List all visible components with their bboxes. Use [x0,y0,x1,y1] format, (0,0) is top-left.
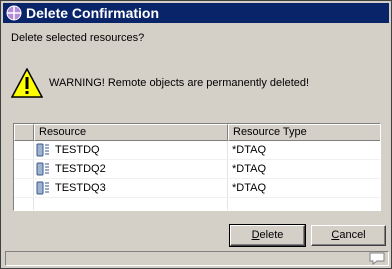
table-row-empty [14,198,380,210]
resource-type: *DTAQ [232,163,267,175]
empty-cell [34,198,228,210]
delete-button[interactable]: Delete [229,224,306,247]
warning-triangle-icon [11,68,43,98]
delete-confirmation-dialog: Delete Confirmation Delete selected reso… [0,0,392,269]
resource-type: *DTAQ [232,144,267,156]
table-header: Resource Resource Type [14,124,380,141]
resource-type: *DTAQ [232,182,267,194]
column-header-resource[interactable]: Resource [34,124,228,141]
title-bar[interactable]: Delete Confirmation [3,3,389,23]
resource-name: TESTDQ2 [55,163,106,175]
resource-cell: TESTDQ2 [34,160,228,178]
speech-bubble-icon[interactable] [369,252,385,265]
delete-button-label: Delete [251,229,284,241]
warning-text: WARNING! Remote objects are permanently … [49,77,310,89]
eclipse-sphere-icon [6,5,22,21]
question-text: Delete selected resources? [11,32,145,44]
row-spacer [14,179,34,197]
data-queue-icon [36,181,49,195]
resource-cell: TESTDQ3 [34,179,228,197]
resources-table: Resource Resource Type TESTDQ *DTAQ TEST… [13,123,381,211]
resource-name: TESTDQ3 [55,182,106,194]
table-row[interactable]: TESTDQ *DTAQ [14,141,380,160]
column-header-resource-type[interactable]: Resource Type [228,124,380,141]
row-spacer [14,141,34,159]
row-spacer [14,198,34,210]
cancel-button[interactable]: Cancel [311,225,386,246]
status-bar [5,251,389,266]
column-header-selection[interactable] [14,124,34,141]
empty-cell [228,198,380,210]
table-row[interactable]: TESTDQ2 *DTAQ [14,160,380,179]
resource-cell: TESTDQ [34,141,228,159]
data-queue-icon [36,162,49,176]
data-queue-icon [36,143,49,157]
dialog-title: Delete Confirmation [26,5,160,21]
row-spacer [14,160,34,178]
table-row[interactable]: TESTDQ3 *DTAQ [14,179,380,198]
resource-name: TESTDQ [55,144,100,156]
cancel-button-label: Cancel [331,229,366,241]
